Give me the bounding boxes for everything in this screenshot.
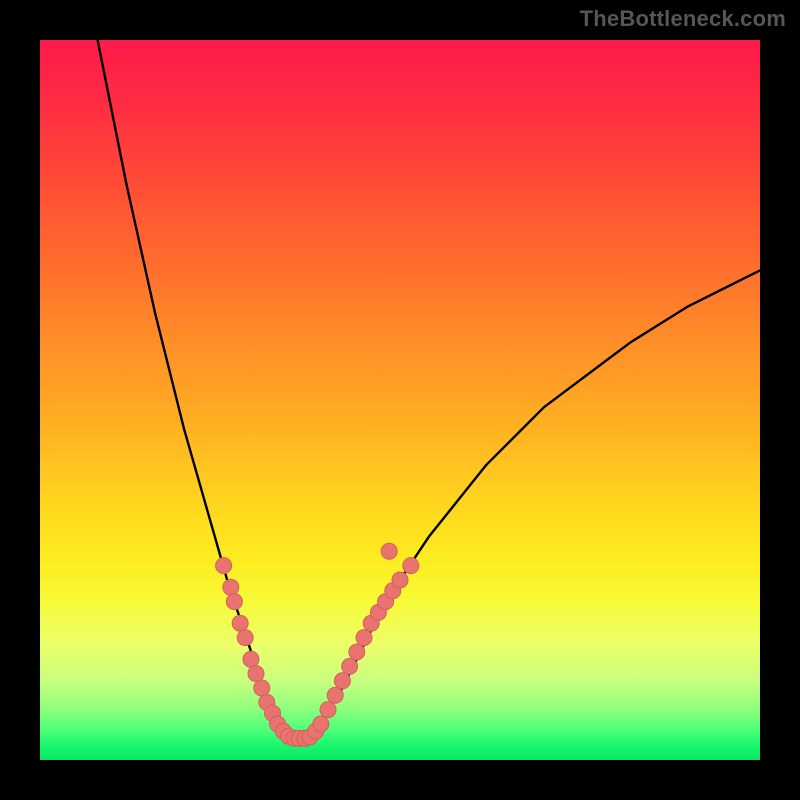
marker-point — [392, 572, 408, 588]
chart-svg — [40, 40, 760, 760]
marker-point — [226, 594, 242, 610]
marker-point — [327, 687, 343, 703]
marker-point — [243, 651, 259, 667]
marker-point — [223, 579, 239, 595]
curve-right-branch — [299, 270, 760, 738]
marker-point — [254, 680, 270, 696]
marker-point — [320, 702, 336, 718]
chart-stage: TheBottleneck.com — [0, 0, 800, 800]
marker-point — [313, 716, 329, 732]
marker-point — [342, 658, 358, 674]
marker-point — [232, 615, 248, 631]
marker-point — [216, 558, 232, 574]
marker-point — [403, 558, 419, 574]
marker-point — [381, 543, 397, 559]
marker-point — [356, 630, 372, 646]
marker-point — [237, 630, 253, 646]
curve-left-branch — [98, 40, 300, 738]
marker-point — [248, 666, 264, 682]
watermark-text: TheBottleneck.com — [580, 6, 786, 32]
plot-area — [40, 40, 760, 760]
marker-point — [349, 644, 365, 660]
data-markers — [216, 543, 419, 746]
marker-point — [334, 673, 350, 689]
bottleneck-curve — [98, 40, 760, 738]
